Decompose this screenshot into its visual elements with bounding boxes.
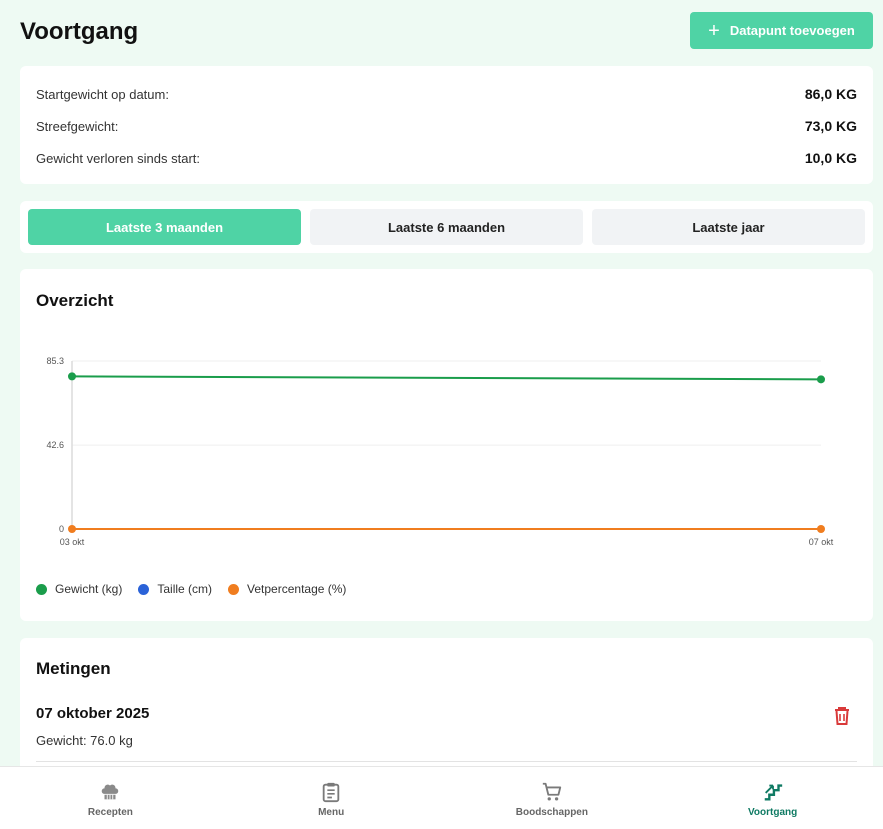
progress-page: Voortgang + Datapunt toevoegen Startgewi… xyxy=(0,0,883,829)
nav-item-voortgang[interactable]: Voortgang xyxy=(662,767,883,829)
legend-item-taille[interactable]: Taille (cm) xyxy=(138,582,212,596)
legend-item-vet[interactable]: Vetpercentage (%) xyxy=(228,582,346,596)
nav-label: Voortgang xyxy=(747,807,798,818)
stat-label: Streefgewicht: xyxy=(36,118,119,134)
stat-row-target-weight: Streefgewicht: 73,0 KG xyxy=(36,110,857,142)
stat-value: 86,0 KG xyxy=(804,86,857,102)
page-header: Voortgang + Datapunt toevoegen xyxy=(20,12,873,50)
nav-item-boodschappen[interactable]: Boodschappen xyxy=(442,767,663,829)
data-point-0-0 xyxy=(68,372,76,381)
progress-stairs-icon xyxy=(764,784,782,801)
y-tick-label: 85.3 xyxy=(46,356,64,366)
stat-row-weight-lost: Gewicht verloren sinds start: 10,0 KG xyxy=(36,142,857,174)
overview-chart: 85.3 42.6 0 03 okt 07 okt xyxy=(46,356,834,547)
range-year-button[interactable]: Laatste jaar xyxy=(592,209,865,245)
nav-item-menu[interactable]: Menu xyxy=(221,767,442,829)
plus-icon: + xyxy=(708,19,720,42)
data-point-0-1 xyxy=(817,375,825,384)
nav-label: Boodschappen xyxy=(515,807,588,818)
y-tick-label: 0 xyxy=(59,524,64,534)
measurement-detail: Gewicht: 76.0 kg xyxy=(36,733,133,748)
page-title: Voortgang xyxy=(20,18,139,45)
data-point-2-1 xyxy=(817,525,825,533)
x-tick-label: 07 okt xyxy=(809,537,834,547)
measurements-title: Metingen xyxy=(36,659,111,678)
nav-label: Recepten xyxy=(87,807,133,818)
stat-label: Startgewicht op datum: xyxy=(36,86,169,102)
overview-card: Overzicht 85.3 42.6 0 03 okt 07 okt Gewicht … xyxy=(20,269,873,621)
nav-label: Menu xyxy=(318,807,345,818)
stat-row-start-weight: Startgewicht op datum: 86,0 KG xyxy=(36,78,857,110)
legend-label: Gewicht (kg) xyxy=(55,582,123,596)
series-line-0 xyxy=(71,375,822,381)
entry-divider xyxy=(36,761,857,762)
cart-icon xyxy=(542,782,562,801)
stat-label: Gewicht verloren sinds start: xyxy=(36,150,201,166)
range-3-months-button[interactable]: Laatste 3 maanden xyxy=(28,209,301,245)
x-tick-label: 03 okt xyxy=(60,537,85,547)
add-datapoint-button[interactable]: + Datapunt toevoegen xyxy=(690,12,873,49)
y-tick-label: 42.6 xyxy=(46,440,64,450)
nav-item-recepten[interactable]: Recepten xyxy=(0,767,221,829)
stat-value: 10,0 KG xyxy=(804,150,857,166)
legend-dot-gewicht xyxy=(36,583,47,595)
bottom-nav: Recepten Menu Boodschappen Voortgang xyxy=(0,766,883,829)
legend-label: Vetpercentage (%) xyxy=(247,582,347,596)
range-6-months-button[interactable]: Laatste 6 maanden xyxy=(310,209,583,245)
legend-item-gewicht[interactable]: Gewicht (kg) xyxy=(36,582,122,596)
weight-stats-card: Startgewicht op datum: 86,0 KG Streefgew… xyxy=(20,66,873,184)
legend-label: Taille (cm) xyxy=(157,582,213,596)
data-point-2-0 xyxy=(68,525,76,533)
range-selector: Laatste 3 maanden Laatste 6 maanden Laat… xyxy=(20,201,873,253)
trash-icon[interactable] xyxy=(833,706,851,726)
chart-legend: Gewicht (kg) Taille (cm) Vetpercentage (… xyxy=(36,582,346,596)
stat-value: 73,0 KG xyxy=(804,118,857,134)
chef-hat-icon xyxy=(102,784,119,800)
legend-dot-vet xyxy=(228,583,240,595)
add-datapoint-label: Datapunt toevoegen xyxy=(729,23,855,38)
legend-dot-taille xyxy=(138,583,150,595)
measurement-date: 07 oktober 2025 xyxy=(36,705,150,722)
clipboard-icon xyxy=(322,782,340,803)
